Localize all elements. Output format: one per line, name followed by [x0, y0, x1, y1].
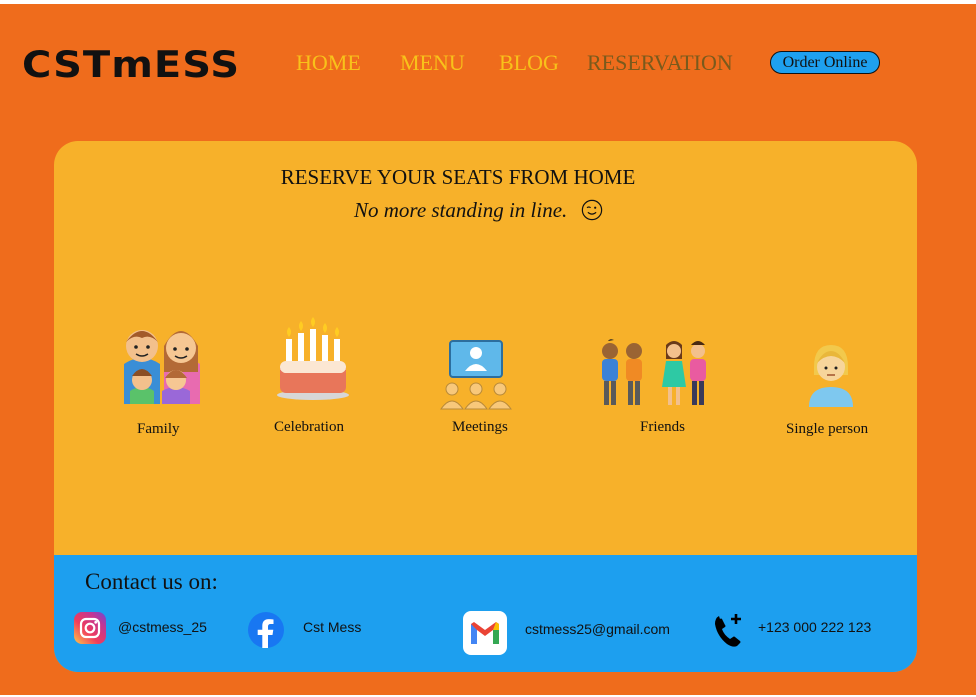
- reservation-headline: RESERVE YOUR SEATS FROM HOME: [280, 165, 636, 189]
- facebook-icon[interactable]: [248, 612, 284, 648]
- phone-number[interactable]: +123 000 222 123: [758, 619, 871, 635]
- nav-home[interactable]: HOME: [296, 50, 361, 76]
- category-celebration[interactable]: [276, 317, 350, 401]
- category-friends-label: Friends: [640, 419, 685, 435]
- birthday-cake-icon: [277, 317, 349, 400]
- category-family[interactable]: [116, 316, 206, 406]
- reservation-card: RESERVE YOUR SEATS FROM HOME No more sta…: [54, 141, 917, 672]
- category-single-person[interactable]: [806, 343, 856, 407]
- person-icon: [809, 345, 853, 407]
- category-single-person-label: Single person: [786, 421, 869, 437]
- page-background: CSTmESS HOME MENU BLOG RESERVATION Order…: [0, 4, 976, 695]
- nav-reservation[interactable]: RESERVATION: [587, 50, 733, 76]
- reservation-subline: No more standing in line.: [354, 198, 568, 222]
- order-online-button[interactable]: Order Online: [770, 51, 880, 74]
- meeting-icon: [440, 340, 512, 410]
- friends-icon: [602, 339, 706, 405]
- site-logo[interactable]: CSTmESS: [22, 44, 240, 86]
- email-address[interactable]: cstmess25@gmail.com: [525, 621, 670, 637]
- category-meetings[interactable]: [439, 339, 513, 411]
- family-icon: [124, 330, 200, 404]
- gmail-icon[interactable]: [463, 611, 507, 655]
- contact-title: Contact us on:: [85, 569, 218, 594]
- category-friends[interactable]: [594, 339, 714, 409]
- nav-menu[interactable]: MENU: [400, 50, 465, 76]
- facebook-name[interactable]: Cst Mess: [303, 619, 361, 635]
- category-celebration-label: Celebration: [274, 419, 344, 435]
- winking-face-icon: [581, 199, 603, 221]
- nav-blog[interactable]: BLOG: [499, 50, 559, 76]
- contact-footer: Contact us on: @cstmess_25 Cst Mess cstm…: [54, 555, 917, 672]
- category-family-label: Family: [137, 421, 180, 437]
- instagram-handle[interactable]: @cstmess_25: [118, 619, 207, 635]
- category-meetings-label: Meetings: [452, 419, 508, 435]
- phone-icon[interactable]: [713, 612, 747, 648]
- instagram-icon[interactable]: [74, 612, 106, 644]
